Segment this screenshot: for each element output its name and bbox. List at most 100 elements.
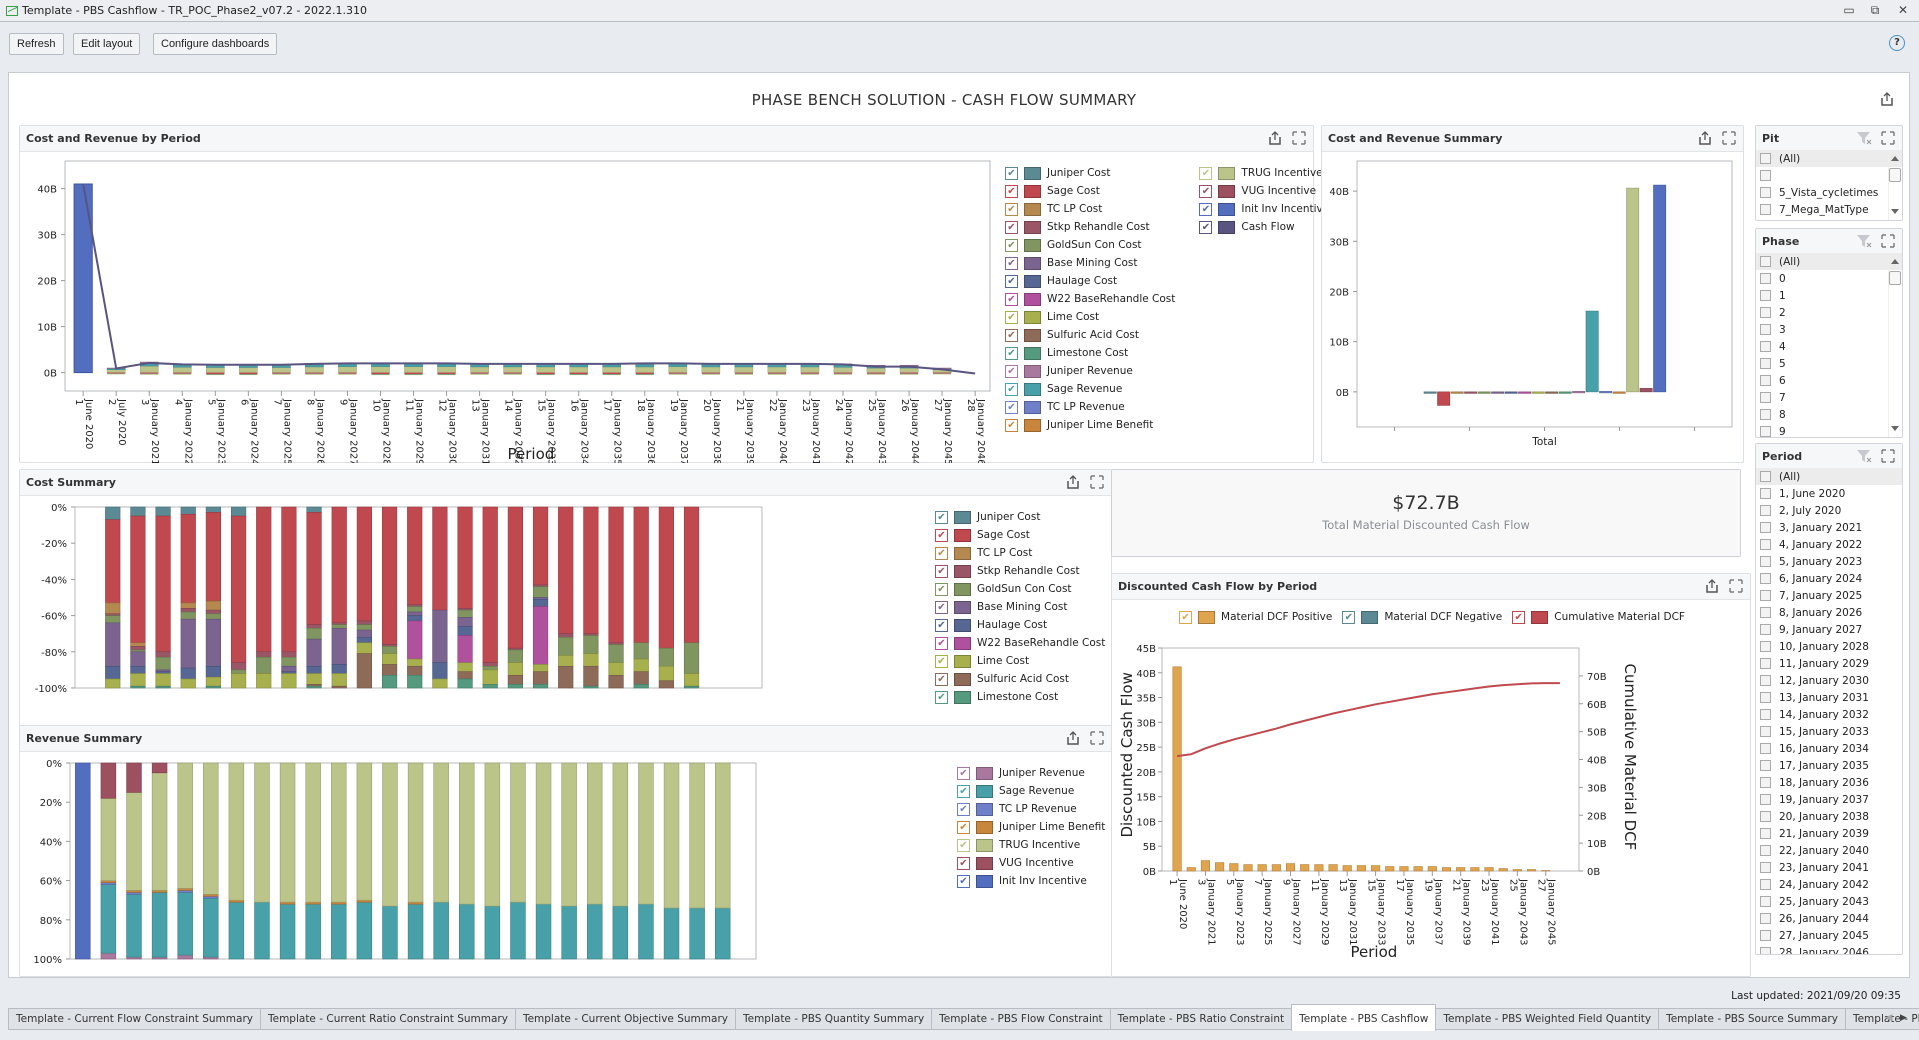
- checkbox[interactable]: ✔: [1005, 310, 1018, 324]
- checkbox[interactable]: [1760, 471, 1771, 482]
- checkbox[interactable]: [1760, 556, 1771, 567]
- checkbox[interactable]: ✔: [957, 874, 970, 888]
- legend-item[interactable]: ✔ Sage Cost: [1005, 182, 1175, 200]
- scrollbar[interactable]: [1888, 253, 1902, 437]
- checkbox[interactable]: [1760, 375, 1771, 386]
- checkbox[interactable]: ✔: [957, 838, 970, 852]
- legend-item[interactable]: ✔ Juniper Revenue: [957, 764, 1112, 782]
- checkbox[interactable]: [1760, 743, 1771, 754]
- checkbox[interactable]: [1760, 709, 1771, 720]
- checkbox[interactable]: ✔: [1005, 166, 1018, 180]
- filter-item[interactable]: 4, January 2022: [1756, 536, 1902, 553]
- legend-item[interactable]: ✔ GoldSun Con Cost: [935, 580, 1110, 598]
- checkbox[interactable]: [1760, 256, 1771, 267]
- filter-item[interactable]: 7_Mega_MatType: [1756, 201, 1902, 218]
- checkbox[interactable]: [1760, 358, 1771, 369]
- checkbox[interactable]: ✔: [957, 856, 970, 870]
- checkbox[interactable]: [1760, 488, 1771, 499]
- checkbox[interactable]: [1760, 726, 1771, 737]
- checkbox[interactable]: [1760, 187, 1771, 198]
- filter-item[interactable]: 23, January 2041: [1756, 859, 1902, 876]
- checkbox[interactable]: [1760, 692, 1771, 703]
- checkbox[interactable]: [1760, 607, 1771, 618]
- restore-icon[interactable]: ⧉: [1865, 3, 1885, 18]
- tab[interactable]: Template - Current Ratio Constraint Summ…: [259, 1008, 516, 1030]
- legend-item[interactable]: ✔ TRUG Incentive: [1199, 164, 1329, 182]
- legend-item[interactable]: ✔ Sage Revenue: [957, 782, 1112, 800]
- filter-item[interactable]: 4: [1756, 338, 1902, 355]
- filter-item[interactable]: 26, January 2044: [1756, 910, 1902, 927]
- checkbox[interactable]: ✔: [1179, 610, 1193, 624]
- checkbox[interactable]: [1760, 392, 1771, 403]
- legend-item[interactable]: ✔ GoldSun Con Cost: [1005, 236, 1175, 254]
- legend-item[interactable]: ✔ Material DCF Positive: [1179, 608, 1332, 626]
- maximize-icon[interactable]: [1880, 233, 1896, 249]
- legend-item[interactable]: ✔ Material DCF Negative: [1342, 608, 1502, 626]
- filter-item[interactable]: 27, January 2045: [1756, 927, 1902, 944]
- checkbox[interactable]: ✔: [1005, 238, 1018, 252]
- maximize-icon[interactable]: [1880, 448, 1896, 464]
- tab[interactable]: Template - PBS Source Summary: [1658, 1008, 1846, 1030]
- filter-item[interactable]: 17, January 2035: [1756, 757, 1902, 774]
- configure-dashboards-button[interactable]: Configure dashboards: [153, 33, 278, 55]
- filter-item[interactable]: 6: [1756, 372, 1902, 389]
- checkbox[interactable]: [1760, 777, 1771, 788]
- filter-item[interactable]: 9: [1756, 423, 1902, 437]
- checkbox[interactable]: [1760, 505, 1771, 516]
- export-icon[interactable]: [1704, 578, 1720, 594]
- filter-item[interactable]: 1: [1756, 287, 1902, 304]
- checkbox[interactable]: [1760, 828, 1771, 839]
- tab[interactable]: Template - PBS Flow Constraint: [931, 1008, 1111, 1030]
- legend-item[interactable]: ✔ TC LP Cost: [935, 544, 1110, 562]
- checkbox[interactable]: [1760, 658, 1771, 669]
- minimize-icon[interactable]: ▭: [1839, 3, 1859, 17]
- checkbox[interactable]: ✔: [935, 546, 948, 560]
- maximize-icon[interactable]: [1089, 474, 1105, 490]
- checkbox[interactable]: [1760, 290, 1771, 301]
- tab[interactable]: Template - PBS Weighted Field Quantity: [1435, 1008, 1660, 1030]
- clear-filter-icon[interactable]: [1856, 233, 1872, 249]
- filter-item[interactable]: 1, June 2020: [1756, 485, 1902, 502]
- checkbox[interactable]: [1760, 879, 1771, 890]
- checkbox[interactable]: ✔: [1005, 328, 1018, 342]
- checkbox[interactable]: ✔: [1512, 610, 1526, 624]
- checkbox[interactable]: ✔: [1199, 184, 1213, 198]
- legend-item[interactable]: ✔ Cumulative Material DCF: [1512, 608, 1685, 626]
- filter-item[interactable]: 10, January 2028: [1756, 638, 1902, 655]
- legend-item[interactable]: ✔ Stkp Rehandle Cost: [935, 562, 1110, 580]
- legend-item[interactable]: ✔ Init Inv Incentive: [957, 872, 1112, 890]
- filter-item[interactable]: 5, January 2023: [1756, 553, 1902, 570]
- checkbox[interactable]: ✔: [935, 528, 948, 542]
- checkbox[interactable]: [1760, 573, 1771, 584]
- checkbox[interactable]: [1760, 641, 1771, 652]
- checkbox[interactable]: ✔: [1342, 610, 1356, 624]
- filter-item[interactable]: 0: [1756, 270, 1902, 287]
- checkbox[interactable]: [1760, 307, 1771, 318]
- filter-item[interactable]: 8: [1756, 406, 1902, 423]
- tab[interactable]: Template - PBS Max Concurrent F: [1844, 1008, 1919, 1030]
- checkbox[interactable]: ✔: [935, 582, 948, 596]
- clear-filter-icon[interactable]: [1856, 130, 1872, 146]
- legend-item[interactable]: ✔ W22 BaseRehandle Cost: [935, 634, 1110, 652]
- filter-item[interactable]: (All): [1756, 150, 1902, 167]
- edit-layout-button[interactable]: Edit layout: [73, 33, 141, 55]
- checkbox[interactable]: [1760, 273, 1771, 284]
- legend-item[interactable]: ✔ Stkp Rehandle Cost: [1005, 218, 1175, 236]
- legend-item[interactable]: ✔ Haulage Cost: [1005, 272, 1175, 290]
- maximize-icon[interactable]: [1880, 130, 1896, 146]
- legend-item[interactable]: ✔ Cash Flow: [1199, 218, 1329, 236]
- checkbox[interactable]: [1760, 896, 1771, 907]
- filter-item[interactable]: 11, January 2029: [1756, 655, 1902, 672]
- checkbox[interactable]: [1760, 409, 1771, 420]
- checkbox[interactable]: ✔: [1005, 256, 1018, 270]
- checkbox[interactable]: ✔: [1199, 202, 1213, 216]
- checkbox[interactable]: ✔: [1005, 346, 1018, 360]
- filter-item[interactable]: 15, January 2033: [1756, 723, 1902, 740]
- checkbox[interactable]: [1760, 811, 1771, 822]
- filter-item[interactable]: 22, January 2040: [1756, 842, 1902, 859]
- legend-item[interactable]: ✔ TRUG Incentive: [957, 836, 1112, 854]
- checkbox[interactable]: [1760, 794, 1771, 805]
- checkbox[interactable]: ✔: [935, 618, 948, 632]
- legend-item[interactable]: ✔ Sage Revenue: [1005, 380, 1175, 398]
- legend-item[interactable]: ✔ Juniper Lime Benefit: [957, 818, 1112, 836]
